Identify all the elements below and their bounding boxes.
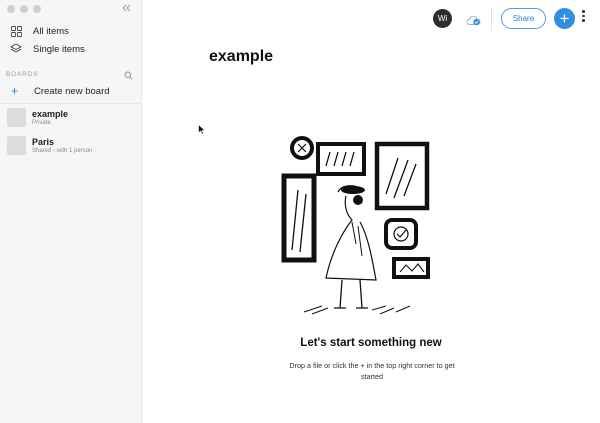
cloud-synced-icon bbox=[466, 15, 481, 26]
empty-state-title: Let's start something new bbox=[300, 337, 442, 349]
create-board-label: Create new board bbox=[34, 85, 110, 97]
board-thumbnail bbox=[7, 108, 26, 127]
more-dot-icon bbox=[582, 19, 585, 22]
share-button[interactable]: Share bbox=[501, 8, 546, 29]
board-name: example bbox=[32, 108, 69, 119]
sidebar-item-label: All items bbox=[33, 25, 69, 37]
add-item-button[interactable]: + bbox=[554, 8, 575, 29]
grid-icon bbox=[10, 25, 22, 37]
more-dot-icon bbox=[582, 14, 585, 17]
board-sharing-status: Private bbox=[32, 119, 51, 126]
board-sharing-status: Shared - with 1 person bbox=[32, 147, 93, 154]
sidebar-item-all-items[interactable]: All items bbox=[10, 24, 69, 38]
minimize-window-button[interactable] bbox=[20, 5, 28, 13]
more-options-button[interactable] bbox=[582, 10, 585, 22]
board-item-example[interactable]: example Private bbox=[7, 108, 68, 127]
boards-search-button[interactable] bbox=[124, 67, 133, 85]
sync-status-button[interactable] bbox=[466, 13, 482, 31]
topbar-divider bbox=[491, 7, 492, 31]
collapse-sidebar-button[interactable] bbox=[121, 2, 132, 16]
empty-state-illustration bbox=[276, 130, 436, 325]
sidebar: All items Single items BOARDS + Create n… bbox=[0, 0, 142, 423]
search-icon bbox=[124, 71, 133, 80]
more-dot-icon bbox=[582, 10, 585, 13]
sidebar-divider bbox=[0, 103, 142, 104]
board-name: Paris bbox=[32, 136, 55, 147]
window-controls bbox=[7, 5, 41, 13]
sidebar-item-single-items[interactable]: Single items bbox=[10, 42, 85, 56]
close-window-button[interactable] bbox=[7, 5, 15, 13]
plus-icon: + bbox=[11, 84, 19, 98]
mouse-cursor-icon bbox=[198, 122, 206, 140]
empty-state-subtitle: Drop a file or click the + in the top ri… bbox=[289, 361, 455, 381]
sidebar-item-label: Single items bbox=[33, 43, 85, 55]
chevrons-left-icon bbox=[122, 4, 131, 12]
board-thumbnail bbox=[7, 136, 26, 155]
create-board-button[interactable]: + Create new board bbox=[11, 85, 110, 97]
board-item-paris[interactable]: Paris Shared - with 1 person bbox=[7, 136, 92, 155]
maximize-window-button[interactable] bbox=[33, 5, 41, 13]
user-avatar[interactable]: Wi bbox=[433, 9, 452, 28]
layers-icon bbox=[10, 43, 22, 55]
page-title: example bbox=[209, 48, 274, 65]
boards-section-label: BOARDS bbox=[6, 71, 39, 78]
